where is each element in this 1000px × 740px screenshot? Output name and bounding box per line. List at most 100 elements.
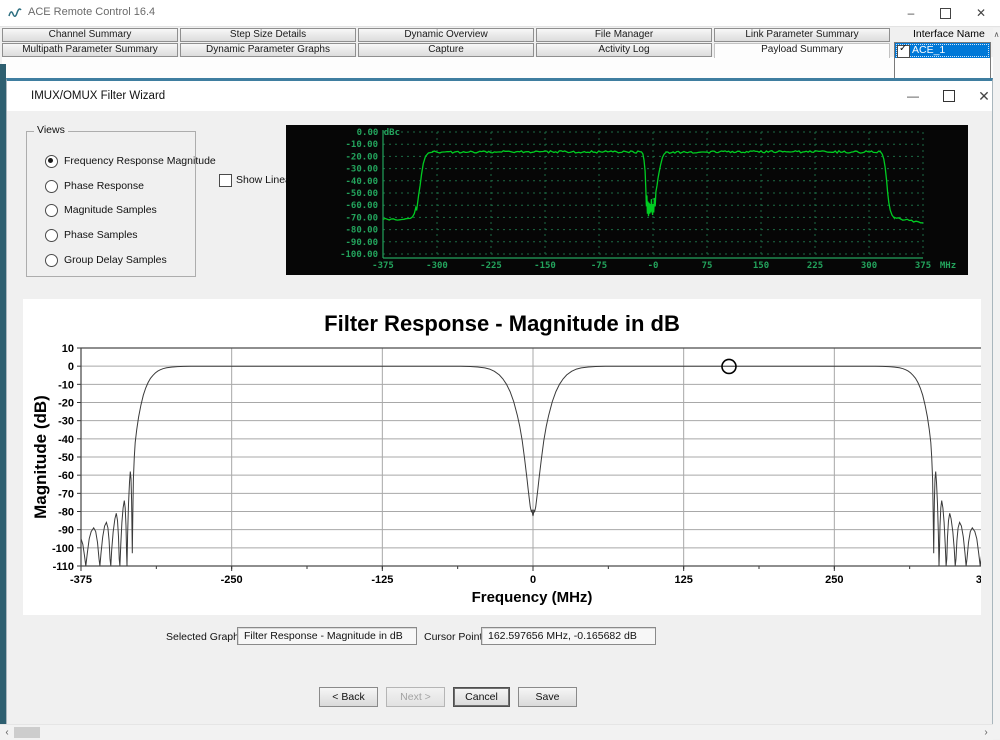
svg-text:-375: -375 xyxy=(372,261,394,271)
svg-text:-80.00: -80.00 xyxy=(345,226,378,236)
interface-checkbox[interactable]: ✓ xyxy=(897,45,910,58)
radio-button-icon[interactable] xyxy=(45,254,58,267)
main-maximize-button[interactable] xyxy=(940,8,951,19)
radio-button-icon[interactable] xyxy=(45,155,58,168)
svg-text:-0: -0 xyxy=(648,261,659,271)
svg-text:10: 10 xyxy=(62,343,74,355)
tab-step-size-details[interactable]: Step Size Details xyxy=(180,28,356,42)
selected-graph-label: Selected Graph: xyxy=(166,631,242,643)
wizard-minimize-button[interactable]: — xyxy=(898,85,928,107)
tab-file-manager[interactable]: File Manager xyxy=(536,28,712,42)
tab-dynamic-parameter-graphs[interactable]: Dynamic Parameter Graphs xyxy=(180,43,356,57)
main-minimize-button[interactable]: – xyxy=(896,2,926,24)
svg-text:-50: -50 xyxy=(58,452,74,464)
svg-text:-250: -250 xyxy=(221,574,243,586)
radio-label: Group Delay Samples xyxy=(64,254,167,266)
radio-button-icon[interactable] xyxy=(45,180,58,193)
svg-text:375: 375 xyxy=(976,574,981,586)
svg-text:0.00 dBc: 0.00 dBc xyxy=(357,128,400,138)
svg-text:-300: -300 xyxy=(426,261,448,271)
wizard-title: IMUX/OMUX Filter Wizard xyxy=(31,90,165,102)
svg-text:-110: -110 xyxy=(53,561,74,573)
back-button[interactable]: < Back xyxy=(319,687,378,707)
svg-text:-125: -125 xyxy=(371,574,393,586)
wizard-dialog: IMUX/OMUX Filter Wizard — ✕ Views Freque… xyxy=(6,78,993,728)
radio-label: Phase Samples xyxy=(64,229,138,241)
scroll-up-icon[interactable]: ∧ xyxy=(993,28,1000,42)
svg-text:75: 75 xyxy=(702,261,713,271)
svg-text:-20.00: -20.00 xyxy=(345,152,378,162)
views-groupbox-label: Views xyxy=(34,124,68,136)
spectrum-display: 0.00 dBc -10.00 -20.00 -30.00 -40.00 -50.00 -6… xyxy=(286,125,968,275)
radio-label: Magnitude Samples xyxy=(64,204,157,216)
horizontal-scrollbar[interactable]: ‹ › xyxy=(0,724,993,740)
svg-text:-20: -20 xyxy=(58,398,74,410)
svg-text:-375: -375 xyxy=(70,574,92,586)
tab-link-parameter-summary[interactable]: Link Parameter Summary xyxy=(714,28,890,42)
svg-text:-70.00: -70.00 xyxy=(345,213,378,223)
svg-text:-225: -225 xyxy=(480,261,502,271)
radio-label: Frequency Response Magnitude xyxy=(64,155,216,167)
wizard-maximize-button[interactable] xyxy=(943,90,955,102)
svg-text:-30.00: -30.00 xyxy=(345,165,378,175)
svg-text:-75: -75 xyxy=(591,261,607,271)
tab-activity-log[interactable]: Activity Log xyxy=(536,43,712,57)
svg-text:-10.00: -10.00 xyxy=(345,140,378,150)
svg-text:-30: -30 xyxy=(58,416,74,428)
svg-text:-40.00: -40.00 xyxy=(345,177,378,187)
svg-text:MHz: MHz xyxy=(940,261,956,271)
wizard-close-button[interactable]: ✕ xyxy=(969,85,999,107)
cursor-point-label: Cursor Point: xyxy=(424,631,485,643)
radio-button-icon[interactable] xyxy=(45,204,58,217)
scroll-left-icon[interactable]: ‹ xyxy=(2,726,12,740)
scroll-thumb[interactable] xyxy=(14,727,40,738)
check-icon: ✓ xyxy=(899,43,907,54)
svg-text:375: 375 xyxy=(915,261,931,271)
svg-text:-100: -100 xyxy=(52,543,74,555)
svg-text:-80: -80 xyxy=(58,507,74,519)
svg-text:-70: -70 xyxy=(58,488,74,500)
show-linear-checkbox[interactable]: Show Linear S xyxy=(219,173,286,187)
radio-label: Phase Response xyxy=(64,180,144,192)
svg-text:-90.00: -90.00 xyxy=(345,238,378,248)
tab-content-area xyxy=(2,57,993,79)
save-button[interactable]: Save xyxy=(518,687,577,707)
main-window-title: ACE Remote Control 16.4 xyxy=(28,6,155,18)
svg-text:0: 0 xyxy=(530,574,536,586)
interface-list-item[interactable]: ✓ ACE_1 xyxy=(895,43,990,58)
filter-plot[interactable]: 100-10-20-30-40-50-60-70-80-90-100-110-3… xyxy=(23,299,981,615)
radio-button-icon[interactable] xyxy=(45,229,58,242)
spectrum-plot: 0.00 dBc -10.00 -20.00 -30.00 -40.00 -50.00 -6… xyxy=(286,125,968,275)
svg-text:250: 250 xyxy=(825,574,843,586)
svg-text:-100.00: -100.00 xyxy=(340,250,378,260)
main-window-titlebar: ACE Remote Control 16.4 – ✕ xyxy=(0,0,1000,27)
interface-item-label: ACE_1 xyxy=(912,44,945,56)
svg-text:-150: -150 xyxy=(534,261,556,271)
selected-graph-field[interactable]: Filter Response - Magnitude in dB xyxy=(237,627,417,645)
tab-multipath-parameter-summary[interactable]: Multipath Parameter Summary xyxy=(2,43,178,57)
tab-channel-summary[interactable]: Channel Summary xyxy=(2,28,178,42)
main-close-button[interactable]: ✕ xyxy=(966,2,996,24)
svg-text:-90: -90 xyxy=(58,525,74,537)
wizard-titlebar: IMUX/OMUX Filter Wizard — ✕ xyxy=(7,81,992,111)
cursor-point-field[interactable]: 162.597656 MHz, -0.165682 dB xyxy=(481,627,656,645)
cancel-button[interactable]: Cancel xyxy=(453,687,510,707)
svg-text:-60.00: -60.00 xyxy=(345,201,378,211)
tab-capture[interactable]: Capture xyxy=(358,43,534,57)
interface-list[interactable]: ✓ ACE_1 xyxy=(894,42,991,79)
svg-text:125: 125 xyxy=(674,574,692,586)
next-button[interactable]: Next > xyxy=(386,687,445,707)
svg-text:225: 225 xyxy=(807,261,823,271)
checkbox-icon[interactable] xyxy=(219,174,232,187)
scroll-right-icon[interactable]: › xyxy=(981,726,991,740)
tab-dynamic-overview[interactable]: Dynamic Overview xyxy=(358,28,534,42)
vertical-scrollbar[interactable]: ∧ xyxy=(993,28,1000,739)
interface-name-header: Interface Name xyxy=(913,28,985,40)
svg-text:-60: -60 xyxy=(58,470,74,482)
svg-text:300: 300 xyxy=(861,261,877,271)
svg-text:-50.00: -50.00 xyxy=(345,189,378,199)
svg-text:150: 150 xyxy=(753,261,769,271)
views-groupbox: Views Frequency Response Magnitude Phase… xyxy=(26,131,196,277)
tab-payload-summary[interactable]: Payload Summary xyxy=(714,43,890,58)
filter-chart-panel[interactable]: Filter Response - Magnitude in dB Magnit… xyxy=(23,299,981,615)
